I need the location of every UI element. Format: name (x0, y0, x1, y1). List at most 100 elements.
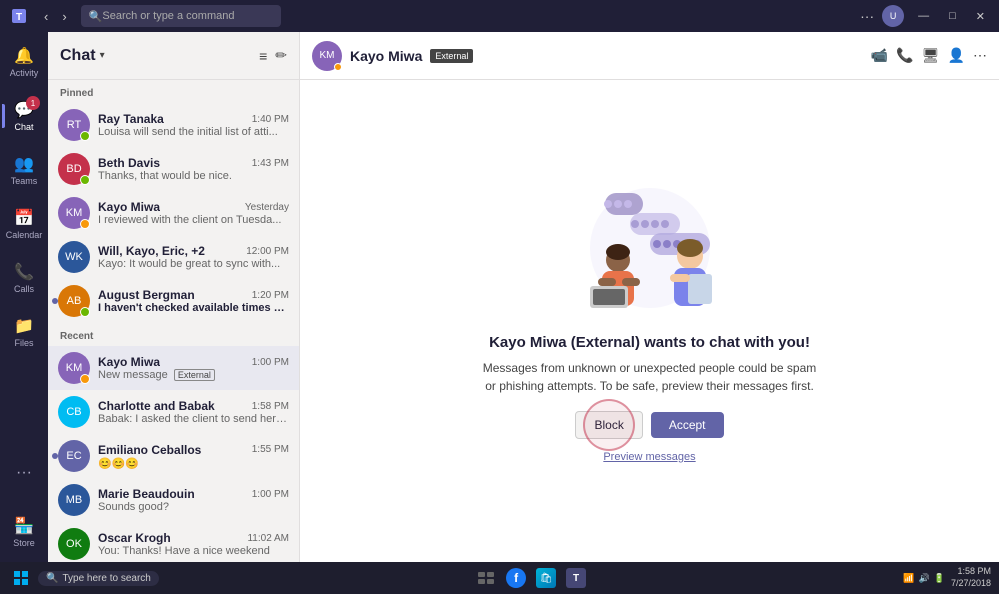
more-options-button[interactable]: ⋯ (973, 47, 987, 64)
calendar-icon: 📅 (14, 208, 34, 228)
calls-icon: 📞 (14, 262, 34, 282)
sidebar-item-calls[interactable]: 📞 Calls (2, 252, 46, 304)
filter-button[interactable]: ≡ (259, 47, 267, 64)
sidebar-item-files[interactable]: 📁 Files (2, 306, 46, 358)
screen-share-button[interactable]: 🖥 (922, 47, 940, 64)
titlebar: T ‹ › 🔍 Search or type a command ··· U —… (0, 0, 999, 32)
chat-item-emiliano-ceballos[interactable]: EC Emiliano Ceballos 1:55 PM 😊😊😊 (48, 434, 299, 478)
message-preview: Louisa will send the initial list of att… (98, 126, 289, 138)
chat-list-header: Chat ▾ ≡ ✏ (48, 32, 299, 80)
app-body: 🔔 Activity 1 💬 Chat 👥 Teams 📅 Calendar 📞… (0, 32, 999, 562)
compose-button[interactable]: ✏ (275, 47, 287, 64)
svg-text:T: T (16, 12, 22, 23)
chat-info-beth-davis: Beth Davis 1:43 PM Thanks, that would be… (98, 156, 289, 182)
contact-name: Will, Kayo, Eric, +2 (98, 244, 205, 258)
avatar-ray-tanaka: RT (58, 109, 90, 141)
sidebar-item-activity[interactable]: 🔔 Activity (2, 36, 46, 88)
contact-name: Kayo Miwa (98, 355, 160, 369)
chat-item-kayo-miwa-pinned[interactable]: KM Kayo Miwa Yesterday I reviewed with t… (48, 191, 299, 235)
contact-name: Charlotte and Babak (98, 399, 215, 413)
chat-info-charlotte-babak: Charlotte and Babak 1:58 PM Babak: I ask… (98, 399, 289, 425)
sidebar-item-calendar[interactable]: 📅 Calendar (2, 198, 46, 250)
chat-item-will-kayo-eric[interactable]: WK Will, Kayo, Eric, +2 12:00 PM Kayo: I… (48, 235, 299, 279)
chat-info-kayo-miwa-recent: Kayo Miwa 1:00 PM New message External (98, 355, 289, 381)
add-people-button[interactable]: 👤 (948, 47, 965, 64)
start-button[interactable] (8, 565, 34, 591)
video-call-button[interactable]: 📹 (871, 47, 888, 64)
nav-forward-button[interactable]: › (56, 7, 72, 26)
sidebar-item-teams[interactable]: 👥 Teams (2, 144, 46, 196)
dialog-title: Kayo Miwa (External) wants to chat with … (480, 334, 820, 351)
chat-title-area: Chat ▾ (60, 47, 105, 65)
contact-name: Oscar Krogh (98, 531, 171, 545)
chat-panel-title: Chat (60, 47, 96, 65)
message-preview: Thanks, that would be nice. (98, 170, 289, 182)
message-preview: I haven't checked available times yet (98, 302, 289, 314)
titlebar-search[interactable]: 🔍 Search or type a command (81, 5, 281, 27)
chat-badge: 1 (26, 96, 40, 110)
dialog-body: Messages from unknown or unexpected peop… (480, 359, 820, 395)
user-avatar[interactable]: U (882, 5, 904, 27)
accept-button[interactable]: Accept (651, 412, 724, 438)
taskbar-facebook-icon[interactable]: f (503, 565, 529, 591)
audio-call-button[interactable]: 📞 (896, 47, 913, 64)
avatar-marie-beaudouin: MB (58, 484, 90, 516)
chat-item-marie-beaudouin[interactable]: MB Marie Beaudouin 1:00 PM Sounds good? (48, 478, 299, 522)
chat-illustration (550, 178, 750, 318)
chat-item-august-bergman[interactable]: AB August Bergman 1:20 PM I haven't chec… (48, 279, 299, 323)
taskbar-date-value: 7/27/2018 (951, 578, 991, 590)
chat-info-kayo-miwa-pinned: Kayo Miwa Yesterday I reviewed with the … (98, 200, 289, 226)
store-label: Store (13, 538, 35, 548)
volume-icon: 🔊 (919, 573, 930, 584)
chat-item-kayo-miwa-recent[interactable]: KM Kayo Miwa 1:00 PM New message Externa… (48, 346, 299, 390)
chat-item-oscar-krogh[interactable]: OK Oscar Krogh 11:02 AM You: Thanks! Hav… (48, 522, 299, 562)
chat-list-panel: Chat ▾ ≡ ✏ Pinned RT Ray Tanaka 1:40 PM … (48, 32, 300, 562)
close-button[interactable]: ✕ (970, 10, 991, 23)
recent-section-label: Recent (48, 323, 299, 346)
chat-item-beth-davis[interactable]: BD Beth Davis 1:43 PM Thanks, that would… (48, 147, 299, 191)
contact-name: Ray Tanaka (98, 112, 164, 126)
contact-name: Kayo Miwa (98, 200, 160, 214)
taskbar-windows-store-icon[interactable]: 🛍 (533, 565, 559, 591)
message-preview: New message External (98, 369, 289, 381)
external-label: External (430, 49, 473, 63)
chat-info-will-kayo-eric: Will, Kayo, Eric, +2 12:00 PM Kayo: It w… (98, 244, 289, 270)
message-preview: You: Thanks! Have a nice weekend (98, 545, 289, 557)
block-button[interactable]: Block (575, 411, 642, 439)
sidebar-item-chat[interactable]: 1 💬 Chat (2, 90, 46, 142)
preview-messages-link[interactable]: Preview messages (603, 451, 695, 463)
chat-main-icons: 📹 📞 🖥 👤 ⋯ (871, 47, 987, 64)
teams-label: Teams (11, 176, 38, 186)
network-icon: 📶 (903, 573, 914, 584)
taskbar-search-bar[interactable]: 🔍 Type here to search (38, 571, 159, 586)
message-preview: 😊😊😊 (98, 457, 289, 470)
avatar-beth-davis: BD (58, 153, 90, 185)
sidebar-item-store[interactable]: 🏪 Store (2, 506, 46, 558)
app-logo: T (8, 5, 30, 27)
store-icon: 🏪 (14, 516, 34, 536)
system-tray: 📶 🔊 🔋 (903, 573, 945, 584)
taskbar-time-value: 1:58 PM (951, 566, 991, 578)
message-time: 1:00 PM (252, 357, 289, 368)
taskbar-left: 🔍 Type here to search (8, 565, 159, 591)
avatar-will-kayo-eric: WK (58, 241, 90, 273)
chat-title-chevron[interactable]: ▾ (100, 50, 105, 61)
minimize-button[interactable]: — (912, 10, 935, 22)
external-badge: External (174, 369, 215, 381)
more-dots[interactable]: ··· (860, 8, 874, 24)
chat-header-icons: ≡ ✏ (259, 47, 287, 64)
nav-back-button[interactable]: ‹ (38, 7, 54, 26)
maximize-button[interactable]: □ (943, 10, 962, 22)
message-preview: Sounds good? (98, 501, 289, 513)
chat-info-marie-beaudouin: Marie Beaudouin 1:00 PM Sounds good? (98, 487, 289, 513)
message-time: Yesterday (245, 202, 289, 213)
chat-item-charlotte-babak[interactable]: CB Charlotte and Babak 1:58 PM Babak: I … (48, 390, 299, 434)
task-view-button[interactable] (473, 565, 499, 591)
chat-item-ray-tanaka[interactable]: RT Ray Tanaka 1:40 PM Louisa will send t… (48, 103, 299, 147)
chat-request-dialog: Kayo Miwa (External) wants to chat with … (480, 334, 820, 465)
sidebar-item-more[interactable]: ··· (2, 448, 46, 500)
message-time: 11:02 AM (247, 533, 289, 544)
message-preview: I reviewed with the client on Tuesda... (98, 214, 289, 226)
chat-info-august-bergman: August Bergman 1:20 PM I haven't checked… (98, 288, 289, 314)
taskbar-teams-icon[interactable]: T (563, 565, 589, 591)
